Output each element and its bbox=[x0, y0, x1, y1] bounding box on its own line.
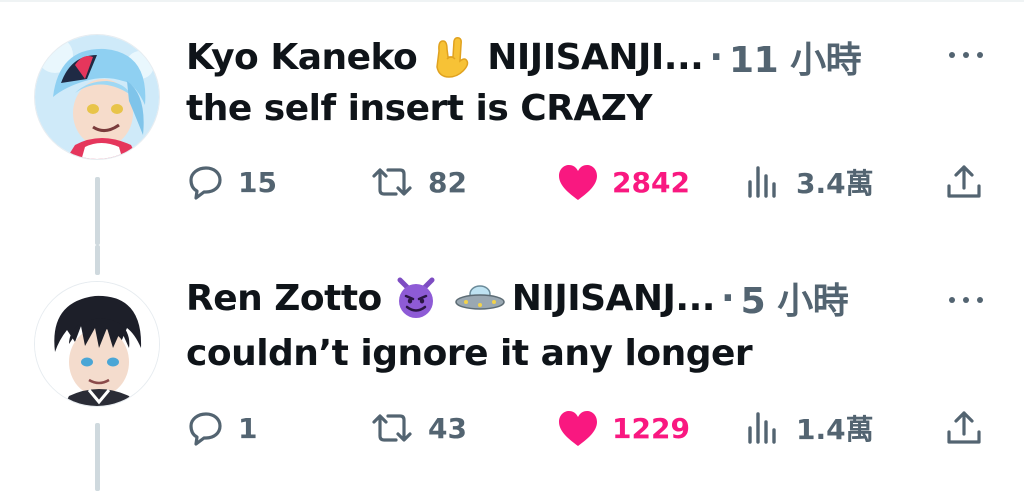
like-button[interactable]: 1229 bbox=[556, 408, 690, 448]
share-icon bbox=[947, 165, 981, 198]
reply-count: 1 bbox=[238, 411, 258, 445]
retweet-count: 82 bbox=[428, 165, 467, 199]
avatar-kyo-kaneko[interactable] bbox=[34, 34, 160, 160]
reply-button[interactable]: 15 bbox=[186, 162, 277, 202]
views-button[interactable]: 3.4萬 bbox=[744, 162, 874, 202]
action-bar: 1 43 1229 1.4萬 bbox=[0, 408, 1024, 454]
views-icon bbox=[748, 166, 776, 198]
reply-count: 15 bbox=[238, 165, 277, 199]
retweet-icon bbox=[372, 168, 412, 196]
timestamp[interactable]: 5 小時 bbox=[741, 272, 849, 324]
avatar-image bbox=[35, 282, 159, 406]
handle[interactable]: NIJISANJ... bbox=[512, 278, 716, 319]
views-button[interactable]: 1.4萬 bbox=[744, 408, 874, 448]
tweet-2[interactable]: Ren Zotto NIJISANJ... · 5 小時 couldn’t ig… bbox=[0, 245, 1024, 491]
share-icon bbox=[947, 411, 981, 444]
avatar-ren-zotto[interactable] bbox=[34, 281, 160, 407]
sign-of-the-horns-emoji bbox=[429, 35, 473, 79]
tweet-1[interactable]: Kyo Kaneko NIJISANJI... · 11 小時 the self… bbox=[0, 0, 1024, 245]
share-button[interactable] bbox=[944, 408, 996, 448]
tweet-text: couldn’t ignore it any longer bbox=[186, 333, 753, 374]
retweet-count: 43 bbox=[428, 411, 467, 445]
like-count: 1229 bbox=[612, 411, 690, 445]
avatar-column bbox=[34, 34, 162, 160]
tweet-header: Ren Zotto NIJISANJ... · 5 小時 bbox=[186, 267, 849, 329]
timestamp[interactable]: 11 小時 bbox=[729, 31, 862, 83]
tweet-text: the self insert is CRAZY bbox=[186, 88, 652, 129]
reply-icon bbox=[189, 412, 222, 446]
avatar-column bbox=[34, 281, 162, 407]
retweet-icon bbox=[372, 414, 412, 442]
more-icon[interactable] bbox=[946, 289, 986, 309]
display-name[interactable]: Kyo Kaneko bbox=[186, 37, 418, 78]
handle[interactable]: NIJISANJI... bbox=[487, 37, 704, 78]
separator-dot: · bbox=[720, 277, 735, 319]
like-count: 2842 bbox=[612, 165, 690, 199]
views-icon bbox=[748, 412, 776, 444]
retweet-button[interactable]: 43 bbox=[368, 408, 467, 448]
like-button[interactable]: 2842 bbox=[556, 162, 690, 202]
avatar-image bbox=[35, 35, 159, 159]
reply-icon bbox=[189, 166, 222, 200]
retweet-button[interactable]: 82 bbox=[368, 162, 467, 202]
ufo-emoji bbox=[454, 276, 505, 320]
more-icon[interactable] bbox=[946, 44, 986, 64]
smiling-devil-emoji bbox=[394, 276, 438, 320]
separator-dot: · bbox=[709, 36, 724, 78]
tweet-header: Kyo Kaneko NIJISANJI... · 11 小時 bbox=[186, 26, 862, 88]
share-button[interactable] bbox=[944, 162, 996, 202]
views-count: 1.4萬 bbox=[796, 413, 874, 446]
views-count: 3.4萬 bbox=[796, 167, 874, 200]
action-bar: 15 82 2842 3.4萬 bbox=[0, 162, 1024, 208]
heart-icon bbox=[559, 411, 597, 446]
reply-button[interactable]: 1 bbox=[186, 408, 257, 448]
heart-icon bbox=[559, 165, 597, 200]
thread-line-top bbox=[95, 245, 100, 275]
display-name[interactable]: Ren Zotto bbox=[186, 278, 382, 319]
